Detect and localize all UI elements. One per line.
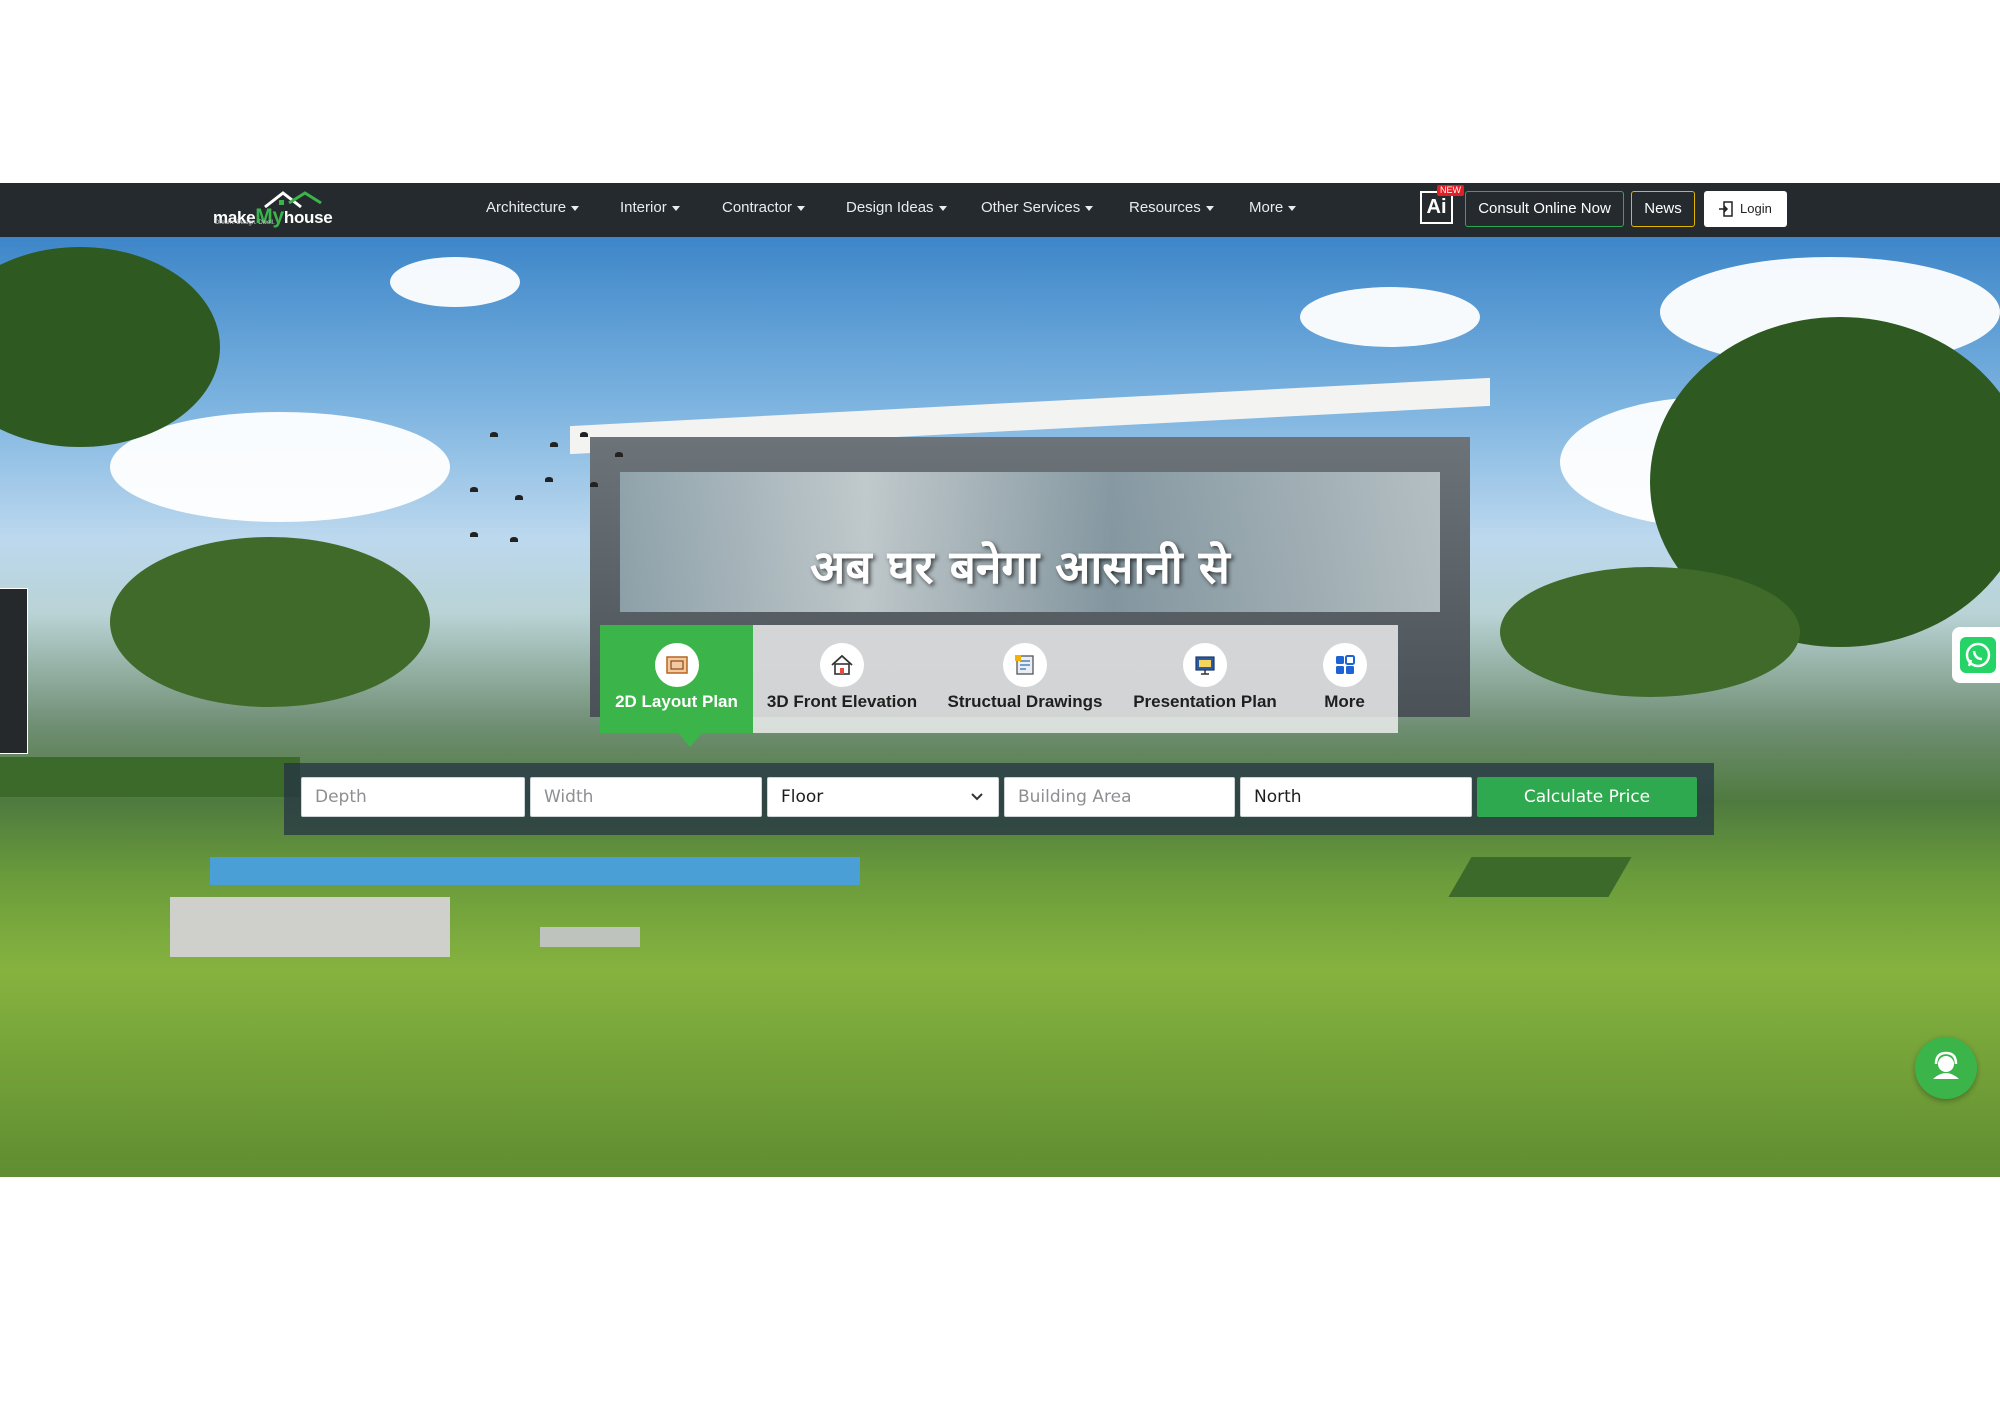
bird-decoration: [550, 442, 558, 447]
presentation-icon: [1183, 643, 1227, 687]
floor-select-value: Floor: [781, 787, 824, 807]
tab-structual-drawings[interactable]: Structual Drawings: [931, 625, 1119, 733]
bird-decoration: [490, 432, 498, 437]
support-chat-button[interactable]: [1915, 1037, 1977, 1099]
building-area-input-field[interactable]: [1018, 778, 1234, 816]
side-drawer-tab[interactable]: [0, 588, 28, 754]
top-navbar: makeMyhouse Dream. Design. Dwell. Archit…: [0, 183, 2000, 237]
bird-decoration: [515, 495, 523, 500]
hero-title: अब घर बनेगा आसानी से: [810, 540, 1230, 594]
tab-2d-layout-plan[interactable]: 2D Layout Plan: [600, 625, 753, 733]
floor-select[interactable]: Floor: [767, 777, 999, 817]
nav-architecture[interactable]: Architecture: [486, 199, 580, 216]
bird-decoration: [580, 432, 588, 437]
login-button[interactable]: Login: [1704, 191, 1787, 227]
nav-interior[interactable]: Interior: [620, 199, 680, 216]
steps-decoration: [170, 897, 450, 957]
nav-resources[interactable]: Resources: [1129, 199, 1214, 216]
cloud-decoration: [1300, 287, 1480, 347]
hedge-decoration: [1448, 857, 1632, 897]
caret-down-icon: [1288, 205, 1297, 211]
news-button[interactable]: News: [1631, 191, 1695, 227]
tab-presentation-plan[interactable]: Presentation Plan: [1119, 625, 1291, 733]
grid-icon: [1322, 643, 1367, 687]
caret-down-icon: [1205, 205, 1214, 211]
site-logo[interactable]: makeMyhouse Dream. Design. Dwell.: [213, 191, 338, 229]
tree-decoration: [0, 247, 220, 447]
consult-online-button[interactable]: Consult Online Now: [1465, 191, 1624, 227]
tab-3d-front-elevation[interactable]: 3D Front Elevation: [753, 625, 931, 733]
price-calculator-bar: Floor North Calculate Price: [284, 763, 1714, 835]
cloud-decoration: [390, 257, 520, 307]
hedge-decoration: [0, 757, 300, 797]
page: makeMyhouse Dream. Design. Dwell. Archit…: [0, 0, 2000, 1414]
whatsapp-button[interactable]: [1952, 627, 2000, 683]
bird-decoration: [470, 487, 478, 492]
caret-down-icon: [671, 205, 680, 211]
house-elevation-icon: [820, 643, 864, 687]
new-badge: NEW: [1437, 185, 1464, 196]
caret-down-icon: [797, 205, 806, 211]
structural-drawing-icon: [1003, 643, 1047, 687]
caret-down-icon: [571, 205, 580, 211]
layout-plan-icon: [654, 643, 699, 687]
bird-decoration: [590, 482, 598, 487]
depth-input-field[interactable]: [315, 778, 524, 816]
login-icon: [1719, 201, 1733, 217]
pool-decoration: [210, 857, 860, 885]
nav-more[interactable]: More: [1249, 199, 1297, 216]
service-tabs: 2D Layout Plan 3D Front Elevation Struct…: [600, 625, 1398, 733]
active-tab-pointer: [678, 733, 702, 747]
login-label: Login: [1740, 201, 1772, 216]
chevron-down-icon: [971, 793, 983, 801]
bird-decoration: [615, 452, 623, 457]
calculate-price-button[interactable]: Calculate Price: [1477, 777, 1697, 817]
caret-down-icon: [938, 205, 947, 211]
depth-input[interactable]: [301, 777, 525, 817]
tab-more[interactable]: More: [1291, 625, 1398, 733]
planter-decoration: [540, 927, 640, 947]
building-area-input[interactable]: [1004, 777, 1235, 817]
whatsapp-icon: [1960, 637, 1996, 673]
direction-select-value: North: [1254, 787, 1302, 807]
support-agent-icon: [1933, 1051, 1959, 1079]
bird-decoration: [545, 477, 553, 482]
width-input-field[interactable]: [544, 778, 761, 816]
nav-other-services[interactable]: Other Services: [981, 199, 1094, 216]
direction-select[interactable]: North: [1240, 777, 1472, 817]
caret-down-icon: [1085, 205, 1094, 211]
nav-design-ideas[interactable]: Design Ideas: [846, 199, 947, 216]
nav-contractor[interactable]: Contractor: [722, 199, 806, 216]
logo-tagline: Dream. Design. Dwell.: [215, 220, 275, 226]
width-input[interactable]: [530, 777, 762, 817]
